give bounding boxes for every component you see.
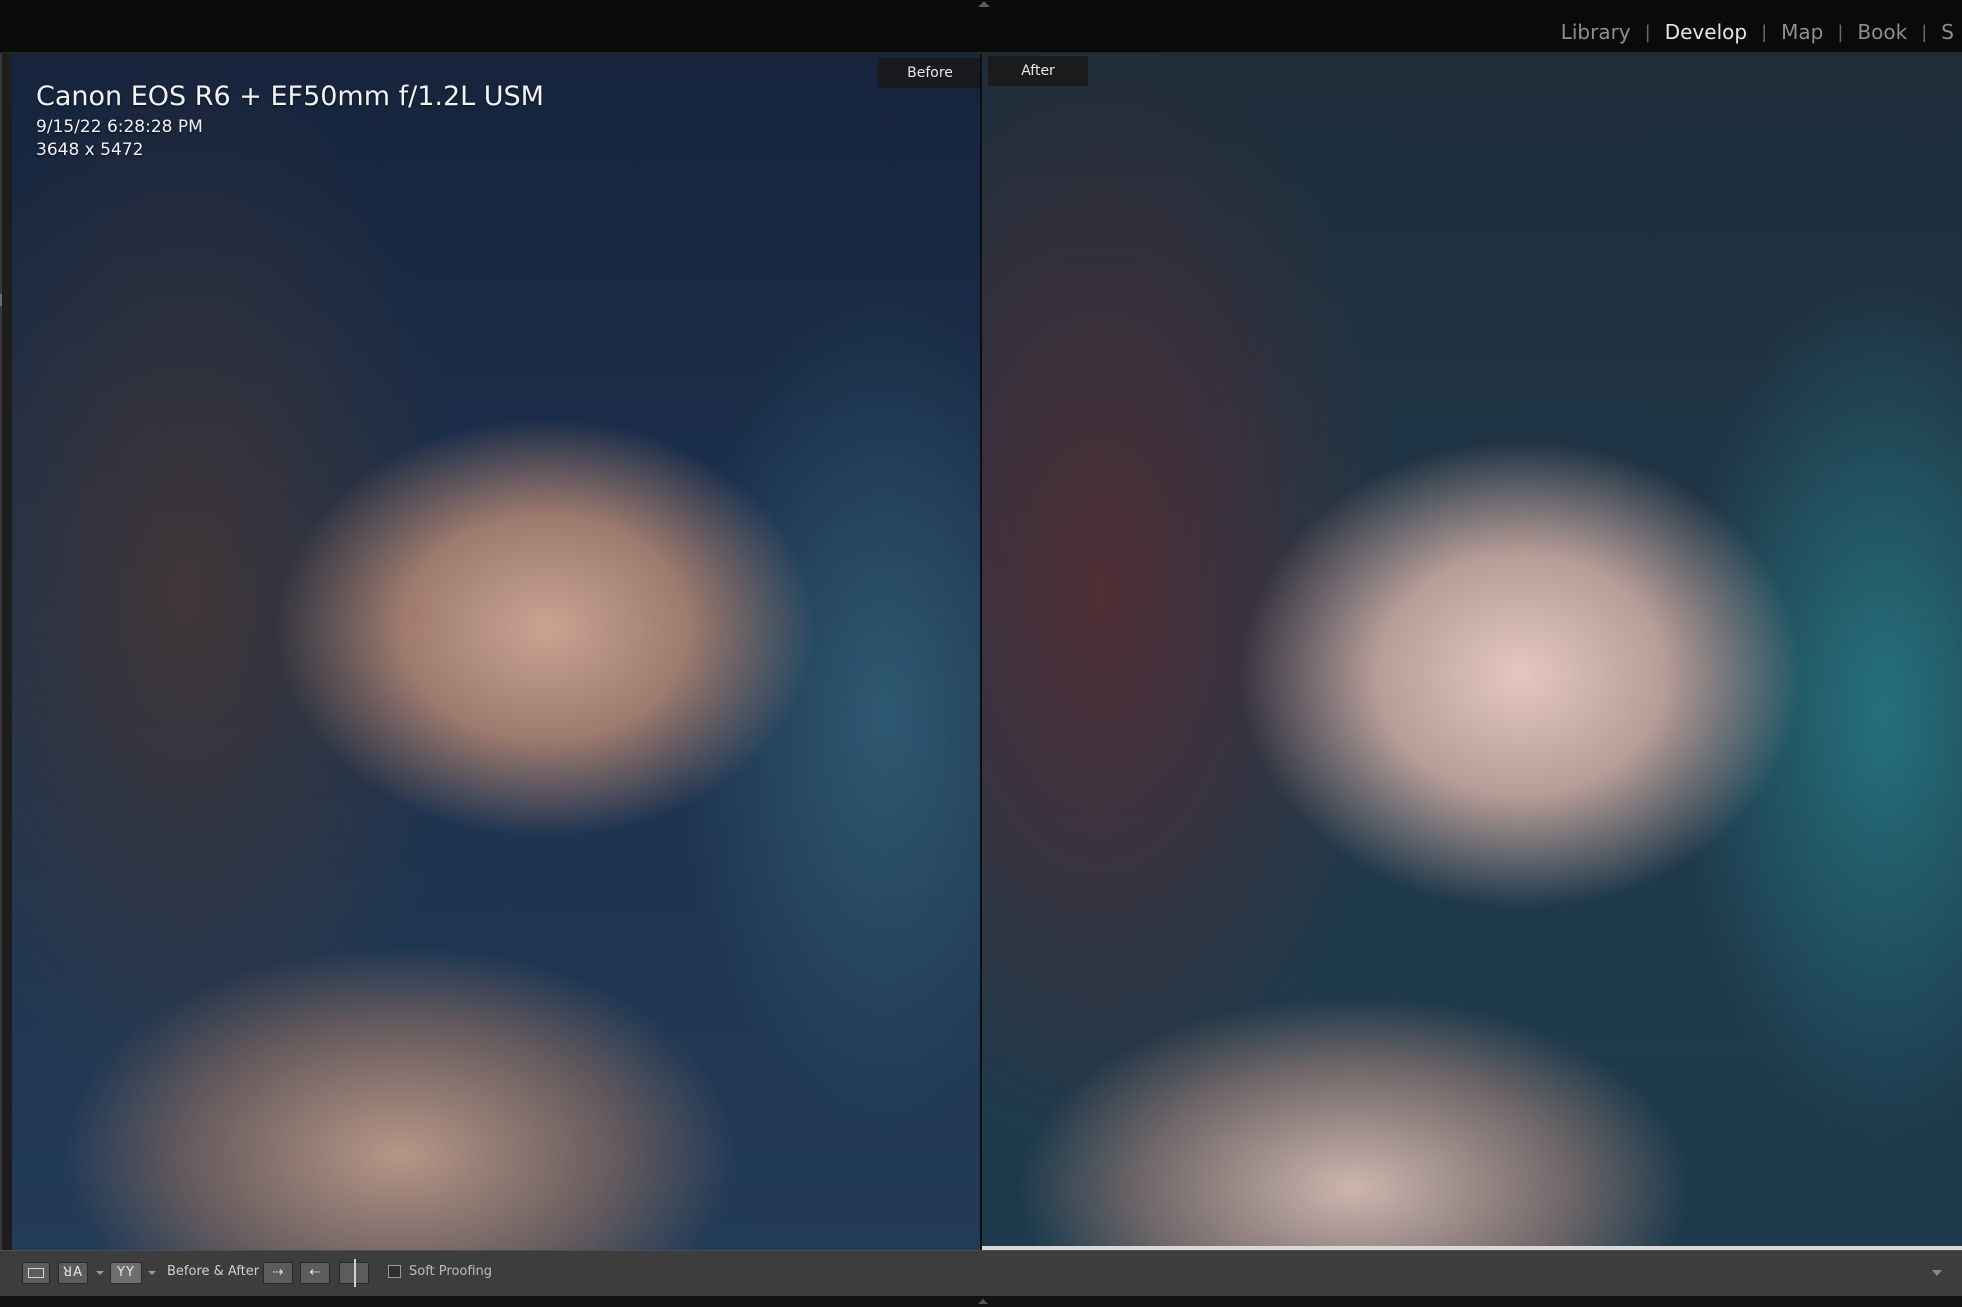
copy-left-arrow-icon: ⇠	[309, 1265, 321, 1280]
module-map[interactable]: Map	[1767, 20, 1837, 44]
top-panel: Library | Develop | Map | Book | S	[0, 0, 1962, 52]
info-overlay: Canon EOS R6 + EF50mm f/1.2L USM 9/15/22…	[36, 78, 544, 162]
filmstrip-toggle-arrow-icon[interactable]	[978, 1299, 988, 1304]
after-tag: After	[988, 56, 1088, 86]
left-right-view-icon: ꓤA	[63, 1265, 83, 1280]
module-develop[interactable]: Develop	[1651, 20, 1761, 44]
split-options-chevron-down-icon[interactable]	[148, 1271, 156, 1275]
toolbar-options-chevron-down-icon[interactable]	[1932, 1270, 1942, 1276]
swap-arrows-icon	[354, 1259, 356, 1287]
top-panel-toggle-arrow-icon[interactable]	[978, 1, 990, 7]
copy-before-to-after-button[interactable]: ⇢	[263, 1262, 293, 1284]
module-slideshow[interactable]: S	[1927, 20, 1962, 44]
soft-proofing-checkbox[interactable]	[388, 1265, 401, 1278]
module-picker: Library | Develop | Map | Book | S	[1547, 20, 1962, 44]
capture-datetime: 9/15/22 6:28:28 PM	[36, 117, 203, 137]
after-image[interactable]	[982, 54, 1962, 1248]
soft-proofing-label: Soft Proofing	[409, 1264, 493, 1279]
before-after-label: Before & After :	[167, 1264, 268, 1279]
before-after-split-button[interactable]: YY	[110, 1262, 142, 1284]
loupe-view-button[interactable]	[22, 1262, 50, 1284]
image-dimensions: 3648 x 5472	[36, 140, 144, 160]
develop-toolbar: ꓤA YY Before & After : ⇢ ⇠ Soft Proofing	[0, 1250, 1962, 1296]
module-book[interactable]: Book	[1843, 20, 1921, 44]
split-view-icon: YY	[117, 1265, 135, 1280]
swap-before-after-button[interactable]	[339, 1259, 369, 1287]
left-panel-collapsed-strip[interactable]	[0, 54, 12, 1250]
copy-right-arrow-icon: ⇢	[272, 1265, 284, 1280]
before-after-left-right-button[interactable]: ꓤA	[58, 1262, 88, 1284]
copy-after-to-before-button[interactable]: ⇠	[300, 1262, 330, 1284]
soft-proofing-toggle[interactable]: Soft Proofing	[388, 1264, 492, 1279]
before-tag: Before	[878, 58, 982, 88]
loupe-view-icon	[28, 1268, 44, 1278]
camera-lens-info: Canon EOS R6 + EF50mm f/1.2L USM	[36, 81, 544, 112]
before-image[interactable]	[12, 54, 982, 1250]
left-panel-toggle-icon[interactable]	[0, 294, 2, 306]
module-library[interactable]: Library	[1547, 20, 1645, 44]
left-right-options-chevron-down-icon[interactable]	[96, 1271, 104, 1275]
